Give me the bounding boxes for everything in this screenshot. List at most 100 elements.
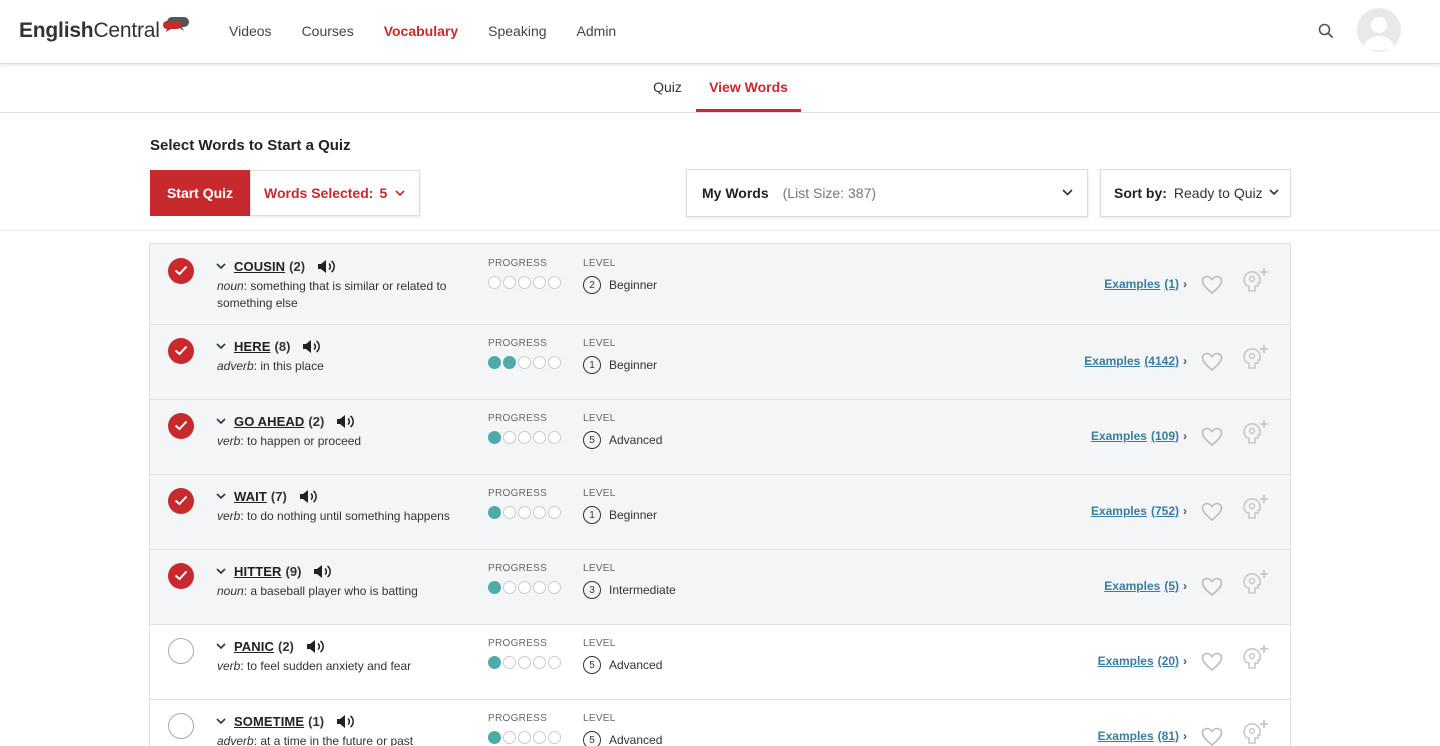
heart-icon[interactable] [1201, 502, 1223, 522]
tab-quiz[interactable]: Quiz [640, 64, 695, 112]
words-selected-dropdown[interactable]: Words Selected: 5 [250, 170, 420, 216]
level-number: 5 [583, 731, 601, 746]
progress-dots [488, 431, 563, 444]
word-link[interactable]: WAIT [234, 489, 267, 504]
examples-label: Examples [1097, 654, 1154, 668]
checkmark-icon [174, 570, 188, 581]
word-definition: verb: to feel sudden anxiety and fear [217, 658, 467, 675]
heart-icon[interactable] [1201, 652, 1223, 672]
chevron-down-icon [1269, 189, 1279, 196]
word-count: (1) [308, 713, 325, 729]
select-word-checkbox[interactable] [168, 563, 194, 589]
memorize-brain-icon[interactable] [1240, 342, 1270, 372]
chevron-down-icon[interactable] [216, 341, 226, 351]
nav-vocabulary[interactable]: Vocabulary [384, 23, 458, 39]
examples-link[interactable]: Examples (752) › [1091, 504, 1187, 518]
examples-link[interactable]: Examples (5) › [1104, 579, 1187, 593]
word-link[interactable]: SOMETIME [234, 714, 304, 729]
select-word-checkbox[interactable] [168, 338, 194, 364]
chevron-down-icon[interactable] [216, 491, 226, 501]
heart-icon[interactable] [1201, 577, 1223, 597]
chevron-down-icon[interactable] [216, 566, 226, 576]
nav-courses[interactable]: Courses [302, 23, 354, 39]
progress-dot [488, 276, 501, 289]
progress-dot [503, 656, 516, 669]
tab-view-words[interactable]: View Words [696, 64, 801, 112]
speaker-icon[interactable] [306, 639, 326, 654]
word-link[interactable]: COUSIN [234, 259, 285, 274]
examples-count: (109) [1150, 429, 1179, 443]
speaker-icon[interactable] [336, 414, 356, 429]
heart-icon[interactable] [1201, 727, 1223, 746]
speech-bubble-icon [162, 17, 189, 32]
examples-count: (1) [1164, 277, 1179, 291]
memorize-brain-icon[interactable] [1240, 642, 1270, 672]
memorize-brain-icon[interactable] [1240, 265, 1270, 295]
nav-videos[interactable]: Videos [229, 23, 272, 39]
examples-link[interactable]: Examples (4142) › [1084, 354, 1187, 368]
word-link[interactable]: HITTER [234, 564, 282, 579]
search-icon[interactable] [1317, 22, 1335, 40]
memorize-brain-icon[interactable] [1240, 492, 1270, 522]
chevron-right-icon: › [1183, 504, 1187, 518]
word-link[interactable]: HERE [234, 339, 271, 354]
checkmark-icon [174, 495, 188, 506]
definition-text: : to do nothing until something happens [240, 509, 450, 523]
progress-dot [533, 276, 546, 289]
start-quiz-button[interactable]: Start Quiz [150, 170, 250, 216]
speaker-icon[interactable] [336, 714, 356, 729]
progress-dot [548, 731, 561, 744]
progress-dot [518, 431, 531, 444]
speaker-icon[interactable] [313, 564, 333, 579]
nav-admin[interactable]: Admin [577, 23, 617, 39]
nav-speaking[interactable]: Speaking [488, 23, 546, 39]
englishcentral-logo[interactable]: EnglishCentral [19, 17, 190, 44]
examples-link[interactable]: Examples (20) › [1098, 654, 1187, 668]
progress-dot [548, 276, 561, 289]
examples-link[interactable]: Examples (109) › [1091, 429, 1187, 443]
level-name: Advanced [609, 433, 663, 447]
examples-link[interactable]: Examples (1) › [1104, 277, 1187, 291]
examples-label: Examples [1090, 504, 1147, 518]
chevron-down-icon[interactable] [216, 716, 226, 726]
progress-label: PROGRESS [488, 638, 548, 649]
select-word-checkbox[interactable] [168, 488, 194, 514]
progress-dot [533, 581, 546, 594]
chevron-right-icon: › [1183, 729, 1187, 743]
progress-dot [548, 431, 561, 444]
select-word-checkbox[interactable] [168, 713, 194, 739]
word-definition: verb: to happen or proceed [217, 433, 467, 450]
heart-icon[interactable] [1201, 352, 1223, 372]
chevron-down-icon[interactable] [216, 416, 226, 426]
progress-label: PROGRESS [488, 258, 548, 269]
sort-select[interactable]: Sort by: Ready to Quiz [1100, 169, 1291, 217]
chevron-down-icon[interactable] [216, 641, 226, 651]
speaker-icon[interactable] [299, 489, 319, 504]
word-list: COUSIN (2) noun: something that is similar… [149, 243, 1291, 746]
speaker-icon[interactable] [302, 339, 322, 354]
memorize-brain-icon[interactable] [1240, 567, 1270, 597]
progress-label: PROGRESS [488, 713, 548, 724]
memorize-brain-icon[interactable] [1240, 417, 1270, 447]
heart-icon[interactable] [1201, 427, 1223, 447]
level-label: LEVEL [583, 413, 616, 424]
avatar[interactable] [1357, 8, 1401, 52]
word-link[interactable]: PANIC [234, 639, 274, 654]
select-word-checkbox[interactable] [168, 638, 194, 664]
memorize-brain-icon[interactable] [1240, 717, 1270, 746]
progress-dot [533, 656, 546, 669]
word-link[interactable]: GO AHEAD [234, 414, 304, 429]
examples-link[interactable]: Examples (81) › [1098, 729, 1187, 743]
chevron-down-icon[interactable] [216, 261, 226, 271]
progress-dot [488, 506, 501, 519]
sort-label: Sort by: [1114, 185, 1167, 201]
word-list-select[interactable]: My Words (List Size: 387) [686, 169, 1088, 217]
speaker-icon[interactable] [317, 259, 337, 274]
part-of-speech: adverb [217, 734, 254, 746]
examples-label: Examples [1104, 277, 1161, 291]
select-word-checkbox[interactable] [168, 258, 194, 284]
heart-icon[interactable] [1201, 275, 1223, 295]
progress-dot [548, 506, 561, 519]
level-number: 5 [583, 656, 601, 674]
select-word-checkbox[interactable] [168, 413, 194, 439]
